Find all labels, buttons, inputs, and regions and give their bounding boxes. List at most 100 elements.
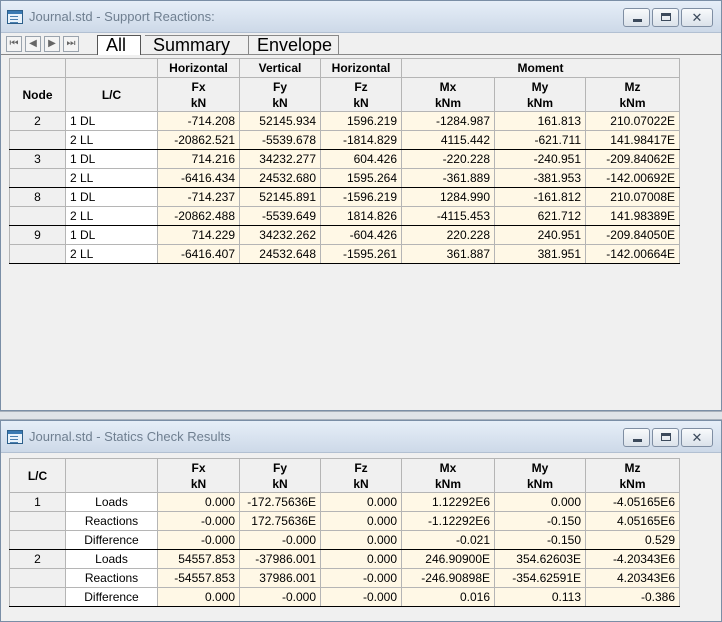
fy-cell[interactable]: -5539.649 (239, 206, 321, 226)
my-cell[interactable]: 240.951 (494, 225, 586, 245)
fz-cell[interactable]: -1596.219 (320, 187, 402, 207)
table-row[interactable]: Reactions -0.000 172.75636E 0.000 -1.12292E6… (9, 511, 680, 531)
tab-all[interactable]: All (97, 35, 141, 55)
fx-cell[interactable]: 714.229 (157, 225, 240, 245)
column-header-node[interactable]: Node (9, 77, 66, 112)
my-cell[interactable]: -0.150 (494, 530, 586, 550)
mz-cell[interactable]: 4.05165E6 (585, 511, 680, 531)
fx-cell[interactable]: -6416.407 (157, 244, 240, 264)
column-header-mx[interactable]: Mx kNm (401, 77, 495, 112)
close-button[interactable]: ✕ (681, 8, 713, 27)
column-header-my[interactable]: My kNm (494, 77, 586, 112)
mx-cell[interactable]: -4115.453 (401, 206, 495, 226)
my-cell[interactable]: 621.712 (494, 206, 586, 226)
column-header-blank[interactable] (65, 458, 158, 493)
mx-cell[interactable]: 0.016 (401, 587, 495, 607)
title-bar[interactable]: Journal.std - Support Reactions: ✕ (1, 1, 721, 33)
fz-cell[interactable]: 1814.826 (320, 206, 402, 226)
mx-cell[interactable]: -0.021 (401, 530, 495, 550)
prev-page-icon[interactable]: ◀ (25, 36, 41, 52)
mz-cell[interactable]: 0.529 (585, 530, 680, 550)
fz-cell[interactable]: 0.000 (320, 492, 402, 512)
mz-cell[interactable]: -142.00692E (584, 168, 681, 188)
maximize-button[interactable] (652, 8, 679, 27)
table-row[interactable]: 2 LL -6416.434 24532.680 1595.264 -361.889 -3… (9, 168, 681, 188)
title-bar[interactable]: Journal.std - Statics Check Results ✕ (1, 421, 721, 453)
table-row[interactable]: 31 DL 714.216 34232.277 604.426 -220.228 -240… (9, 149, 681, 169)
my-cell[interactable]: 354.62603E (494, 549, 586, 569)
last-page-icon[interactable]: ⏭ (63, 36, 79, 52)
column-header-fx[interactable]: Fx kN (157, 458, 240, 493)
fx-cell[interactable]: -54557.853 (157, 568, 240, 588)
fz-cell[interactable]: 0.000 (320, 530, 402, 550)
table-row[interactable]: 21 DL -714.208 52145.934 1596.219 -1284.987 1… (9, 111, 681, 131)
fx-cell[interactable]: -20862.521 (157, 130, 240, 150)
column-header-mz[interactable]: Mz kNm (584, 77, 681, 112)
fy-cell[interactable]: 24532.680 (239, 168, 321, 188)
mx-cell[interactable]: 220.228 (401, 225, 495, 245)
fz-cell[interactable]: 0.000 (320, 549, 402, 569)
column-header-fx[interactable]: Fx kN (157, 77, 240, 112)
column-header-lc[interactable]: L/C (9, 458, 66, 493)
table-row[interactable]: Difference -0.000 -0.000 0.000 -0.021 -0.150 0… (9, 530, 680, 550)
column-header-fy[interactable]: Fy kN (239, 77, 321, 112)
fx-cell[interactable]: -0.000 (157, 511, 240, 531)
fy-cell[interactable]: 24532.648 (239, 244, 321, 264)
fx-cell[interactable]: -714.237 (157, 187, 240, 207)
table-row[interactable]: 2 Loads 54557.853 -37986.001 0.000 246.90900E… (9, 549, 680, 569)
column-header-lc[interactable]: L/C (65, 77, 158, 112)
fz-cell[interactable]: -1595.261 (320, 244, 402, 264)
mz-cell[interactable]: -209.84062E (584, 149, 681, 169)
my-cell[interactable]: -0.150 (494, 511, 586, 531)
my-cell[interactable]: -621.711 (494, 130, 586, 150)
fy-cell[interactable]: 37986.001 (239, 568, 321, 588)
minimize-button[interactable] (623, 428, 650, 447)
fx-cell[interactable]: -0.000 (157, 530, 240, 550)
table-row[interactable]: 81 DL -714.237 52145.891 -1596.219 1284.990-… (9, 187, 681, 207)
mz-cell[interactable]: 210.07008E (584, 187, 681, 207)
column-header-fz[interactable]: Fz kN (320, 77, 402, 112)
fx-cell[interactable]: 0.000 (157, 492, 240, 512)
mx-cell[interactable]: -246.90898E (401, 568, 495, 588)
mx-cell[interactable]: -1284.987 (401, 111, 495, 131)
mz-cell[interactable]: -0.386 (585, 587, 680, 607)
mx-cell[interactable]: 246.90900E (401, 549, 495, 569)
mz-cell[interactable]: 141.98389E (584, 206, 681, 226)
mx-cell[interactable]: 1.12292E6 (401, 492, 495, 512)
mx-cell[interactable]: -1.12292E6 (401, 511, 495, 531)
fz-cell[interactable]: 1595.264 (320, 168, 402, 188)
fz-cell[interactable]: -0.000 (320, 587, 402, 607)
fx-cell[interactable]: 54557.853 (157, 549, 240, 569)
fy-cell[interactable]: -172.75636E (239, 492, 321, 512)
fy-cell[interactable]: -5539.678 (239, 130, 321, 150)
fy-cell[interactable]: -0.000 (239, 530, 321, 550)
table-row[interactable]: Reactions -54557.853 37986.001 -0.000 -246.9… (9, 568, 680, 588)
fz-cell[interactable]: 1596.219 (320, 111, 402, 131)
table-row[interactable]: 2 LL -20862.521 -5539.678 -1814.829 4115.442… (9, 130, 681, 150)
my-cell[interactable]: 0.113 (494, 587, 586, 607)
fy-cell[interactable]: 172.75636E (239, 511, 321, 531)
minimize-button[interactable] (623, 8, 650, 27)
mz-cell[interactable]: -4.20343E6 (585, 549, 680, 569)
fy-cell[interactable]: 52145.934 (239, 111, 321, 131)
column-header-fz[interactable]: Fz kN (320, 458, 402, 493)
next-page-icon[interactable]: ▶ (44, 36, 60, 52)
fy-cell[interactable]: 34232.277 (239, 149, 321, 169)
tab-envelope[interactable]: Envelope (249, 35, 339, 55)
fz-cell[interactable]: -0.000 (320, 568, 402, 588)
my-cell[interactable]: -161.812 (494, 187, 586, 207)
fy-cell[interactable]: -37986.001 (239, 549, 321, 569)
my-cell[interactable]: 381.951 (494, 244, 586, 264)
table-row[interactable]: 2 LL -20862.488 -5539.649 1814.826 -4115.453… (9, 206, 681, 226)
table-row[interactable]: 2 LL -6416.407 24532.648 -1595.261 361.887 38… (9, 244, 681, 264)
fx-cell[interactable]: 0.000 (157, 587, 240, 607)
fy-cell[interactable]: 34232.262 (239, 225, 321, 245)
first-page-icon[interactable]: ⏮ (6, 36, 22, 52)
column-header-mz[interactable]: Mz kNm (585, 458, 680, 493)
mx-cell[interactable]: -361.889 (401, 168, 495, 188)
mx-cell[interactable]: -220.228 (401, 149, 495, 169)
mz-cell[interactable]: 4.20343E6 (585, 568, 680, 588)
my-cell[interactable]: -354.62591E (494, 568, 586, 588)
mx-cell[interactable]: 4115.442 (401, 130, 495, 150)
my-cell[interactable]: 0.000 (494, 492, 586, 512)
